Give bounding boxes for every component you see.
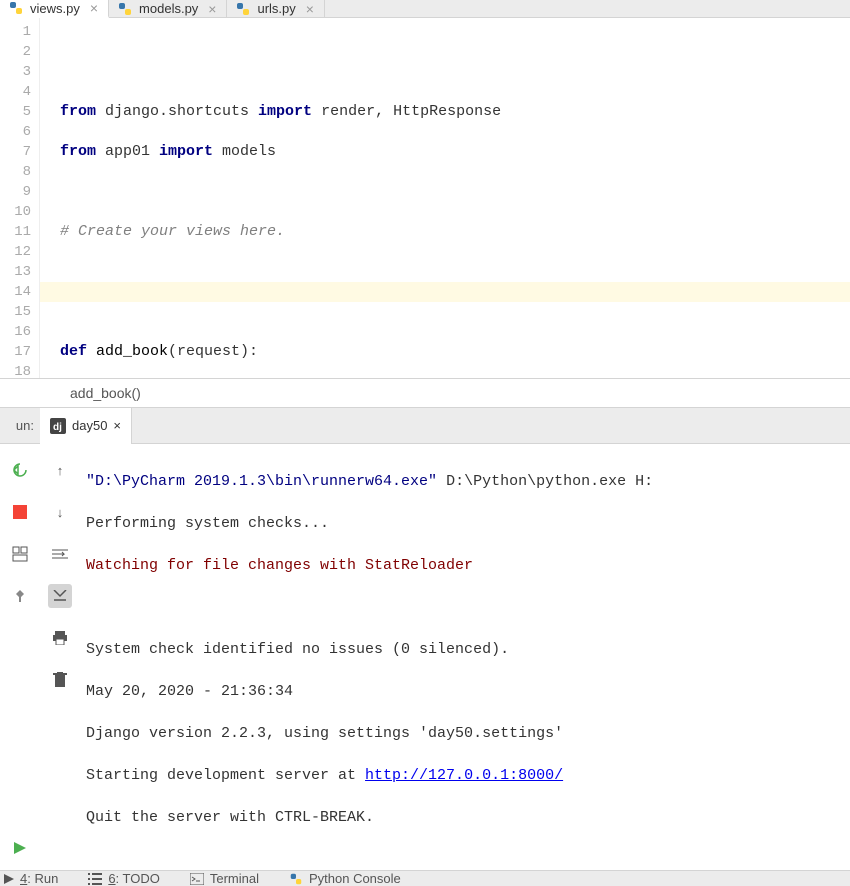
close-icon[interactable]: ×	[208, 1, 216, 17]
run-icon[interactable]	[8, 836, 32, 860]
run-header: un: dj day50 ×	[0, 408, 850, 444]
run-panel: ↑ ↓ "D:\PyCharm 2019.1.3\bin\runnerw64.e…	[0, 444, 850, 870]
python-file-icon	[117, 1, 133, 17]
up-arrow-icon[interactable]: ↑	[48, 458, 72, 482]
close-icon[interactable]: ×	[306, 1, 314, 17]
tab-urls-py[interactable]: urls.py ×	[227, 0, 324, 17]
play-icon	[4, 874, 14, 884]
close-icon[interactable]: ×	[113, 418, 121, 433]
tab-views-py[interactable]: views.py ×	[0, 0, 109, 18]
python-file-icon	[235, 1, 251, 17]
editor: 1 2 3 4 5 6 7 8 9 10 11 12 13 14 15 16 1…	[0, 18, 850, 378]
terminal-icon	[190, 873, 204, 885]
code-area[interactable]: from django.shortcuts import render, Htt…	[40, 18, 850, 378]
pin-icon[interactable]	[8, 584, 32, 608]
svg-text:dj: dj	[53, 422, 62, 433]
line-gutter: 1 2 3 4 5 6 7 8 9 10 11 12 13 14 15 16 1…	[0, 18, 40, 378]
tab-label: models.py	[139, 1, 198, 16]
list-icon	[88, 873, 102, 885]
tab-models-py[interactable]: models.py ×	[109, 0, 227, 17]
layout-icon[interactable]	[8, 542, 32, 566]
stop-icon[interactable]	[8, 500, 32, 524]
status-todo[interactable]: 6: TODO	[88, 871, 160, 886]
status-python-console[interactable]: Python Console	[289, 871, 401, 886]
run-tab-day50[interactable]: dj day50 ×	[40, 408, 132, 444]
status-terminal[interactable]: Terminal	[190, 871, 259, 886]
python-icon	[289, 872, 303, 886]
toolbar-left-2: ↑ ↓	[40, 444, 80, 870]
print-icon[interactable]	[48, 626, 72, 650]
run-label: un:	[0, 418, 40, 433]
tab-label: views.py	[30, 1, 80, 16]
scroll-end-icon[interactable]	[48, 584, 72, 608]
server-url-link[interactable]: http://127.0.0.1:8000/	[365, 767, 563, 784]
status-bar: 4: Run 6: TODO Terminal Python Console	[0, 870, 850, 886]
close-icon[interactable]: ×	[90, 0, 98, 16]
status-run[interactable]: 4: Run	[4, 871, 58, 886]
django-icon: dj	[50, 418, 66, 434]
toolbar-left-1	[0, 444, 40, 870]
editor-tabs: views.py × models.py × urls.py ×	[0, 0, 850, 18]
trash-icon[interactable]	[48, 668, 72, 692]
breadcrumb[interactable]: add_book()	[0, 378, 850, 408]
wrap-icon[interactable]	[48, 542, 72, 566]
tab-label: urls.py	[257, 1, 295, 16]
down-arrow-icon[interactable]: ↓	[48, 500, 72, 524]
rerun-icon[interactable]	[8, 458, 32, 482]
python-file-icon	[8, 0, 24, 16]
console-output[interactable]: "D:\PyCharm 2019.1.3\bin\runnerw64.exe" …	[80, 444, 850, 870]
